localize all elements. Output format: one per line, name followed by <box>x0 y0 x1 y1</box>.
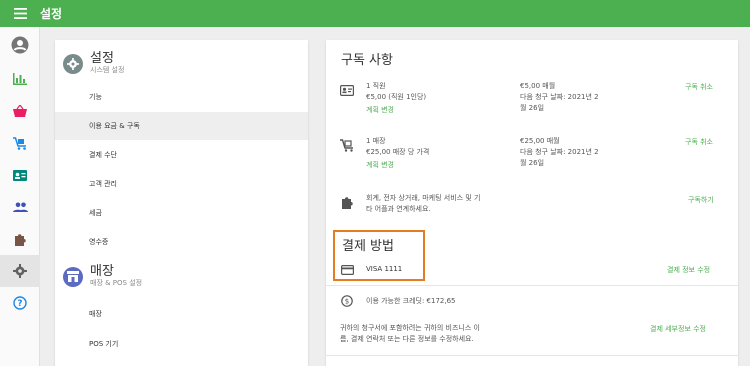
svg-text:?: ? <box>18 299 23 309</box>
basket-icon[interactable] <box>0 95 40 127</box>
next-billing-date: 다음 청구 날짜: 2021년 2 <box>520 148 599 156</box>
subscription-price: €5,00 매월 <box>520 82 556 90</box>
section-title: 설정 <box>90 51 114 66</box>
id-card-icon <box>340 84 354 96</box>
nav-item-customer-management[interactable]: 고객 관리 <box>55 170 308 198</box>
puzzle-icon[interactable] <box>0 223 40 255</box>
store-icon <box>63 266 83 287</box>
subscription-name: 1 매장 <box>366 137 386 145</box>
gear-icon <box>63 53 83 74</box>
section-subtitle: 시스템 설정 <box>90 66 125 74</box>
billing-details-text: 귀하의 청구서에 포함하려는 귀하의 비즈니스 이 <box>340 324 480 332</box>
edit-payment-info-link[interactable]: 결제 정보 수정 <box>667 265 710 275</box>
help-icon[interactable]: ? <box>0 287 40 319</box>
credit-coin-icon: $ <box>340 295 354 307</box>
next-billing-date-cont: 월 26일 <box>520 159 545 167</box>
people-icon[interactable] <box>0 191 40 223</box>
navigation-rail: ? <box>0 27 40 366</box>
section-title: 매장 <box>90 264 114 279</box>
nav-item-features[interactable]: 기능 <box>55 83 308 111</box>
change-plan-link[interactable]: 계획 변경 <box>366 160 394 170</box>
divider <box>326 355 738 356</box>
gear-icon[interactable] <box>0 255 40 287</box>
next-billing-date-cont: 월 26일 <box>520 104 545 112</box>
cancel-subscription-link[interactable]: 구독 취소 <box>685 82 713 92</box>
nav-item-pos-devices[interactable]: POS 기기 <box>55 330 308 358</box>
payment-method-highlight <box>333 230 425 281</box>
menu-icon[interactable] <box>0 8 40 19</box>
cart-icon[interactable] <box>0 127 40 159</box>
subscription-details-card: 구독 사항 1 직원 €5,00 (직원 1인당) 계획 변경 €5,00 매월… <box>326 40 738 366</box>
section-subtitle: 매장 & POS 설정 <box>90 279 143 287</box>
subscription-name: 1 직원 <box>366 82 386 90</box>
puzzle-icon <box>340 196 354 209</box>
edit-billing-details-link[interactable]: 결제 세부정보 수정 <box>650 324 706 334</box>
system-settings-header: 설정 시스템 설정 <box>63 52 124 75</box>
billing-details-text-cont: 름, 결제 연락처 또는 다른 정보를 수정하세요. <box>340 335 474 343</box>
store-settings-header: 매장 매장 & POS 설정 <box>63 265 142 288</box>
nav-item-billing-subscription[interactable]: 이용 요금 & 구독 <box>55 112 308 140</box>
app-title: 설정 <box>40 7 63 21</box>
bar-chart-icon[interactable] <box>0 63 40 95</box>
integrations-text-cont: 타 어플과 연계하세요. <box>366 205 431 213</box>
contact-card-icon[interactable] <box>0 159 40 191</box>
cancel-subscription-link[interactable]: 구독 취소 <box>685 137 713 147</box>
subscription-price: €25,00 매월 <box>520 137 560 145</box>
subscription-detail: €25,00 매장 당 가격 <box>366 148 430 156</box>
cart-icon <box>340 138 354 152</box>
nav-item-receipts[interactable]: 영수증 <box>55 228 308 256</box>
top-app-bar: 설정 <box>0 0 750 27</box>
integrations-text: 회계, 전자 상거래, 마케팅 서비스 및 기 <box>366 194 481 202</box>
available-credit: 이용 가능한 크레딧: €172,65 <box>366 297 456 305</box>
subscriptions-title: 구독 사항 <box>341 53 393 68</box>
next-billing-date: 다음 청구 날짜: 2021년 2 <box>520 93 599 101</box>
divider <box>326 285 738 286</box>
nav-item-taxes[interactable]: 세금 <box>55 199 308 227</box>
change-plan-link[interactable]: 계획 변경 <box>366 105 394 115</box>
nav-item-payment-methods[interactable]: 결제 수단 <box>55 141 308 169</box>
settings-menu-card: 설정 시스템 설정 기능 이용 요금 & 구독 결제 수단 고객 관리 세금 영… <box>55 40 308 366</box>
nav-item-stores[interactable]: 매장 <box>55 300 308 328</box>
subscribe-link[interactable]: 구독하기 <box>688 195 714 205</box>
account-icon[interactable] <box>0 29 40 61</box>
svg-text:$: $ <box>345 298 349 306</box>
subscription-detail: €5,00 (직원 1인당) <box>366 93 427 101</box>
